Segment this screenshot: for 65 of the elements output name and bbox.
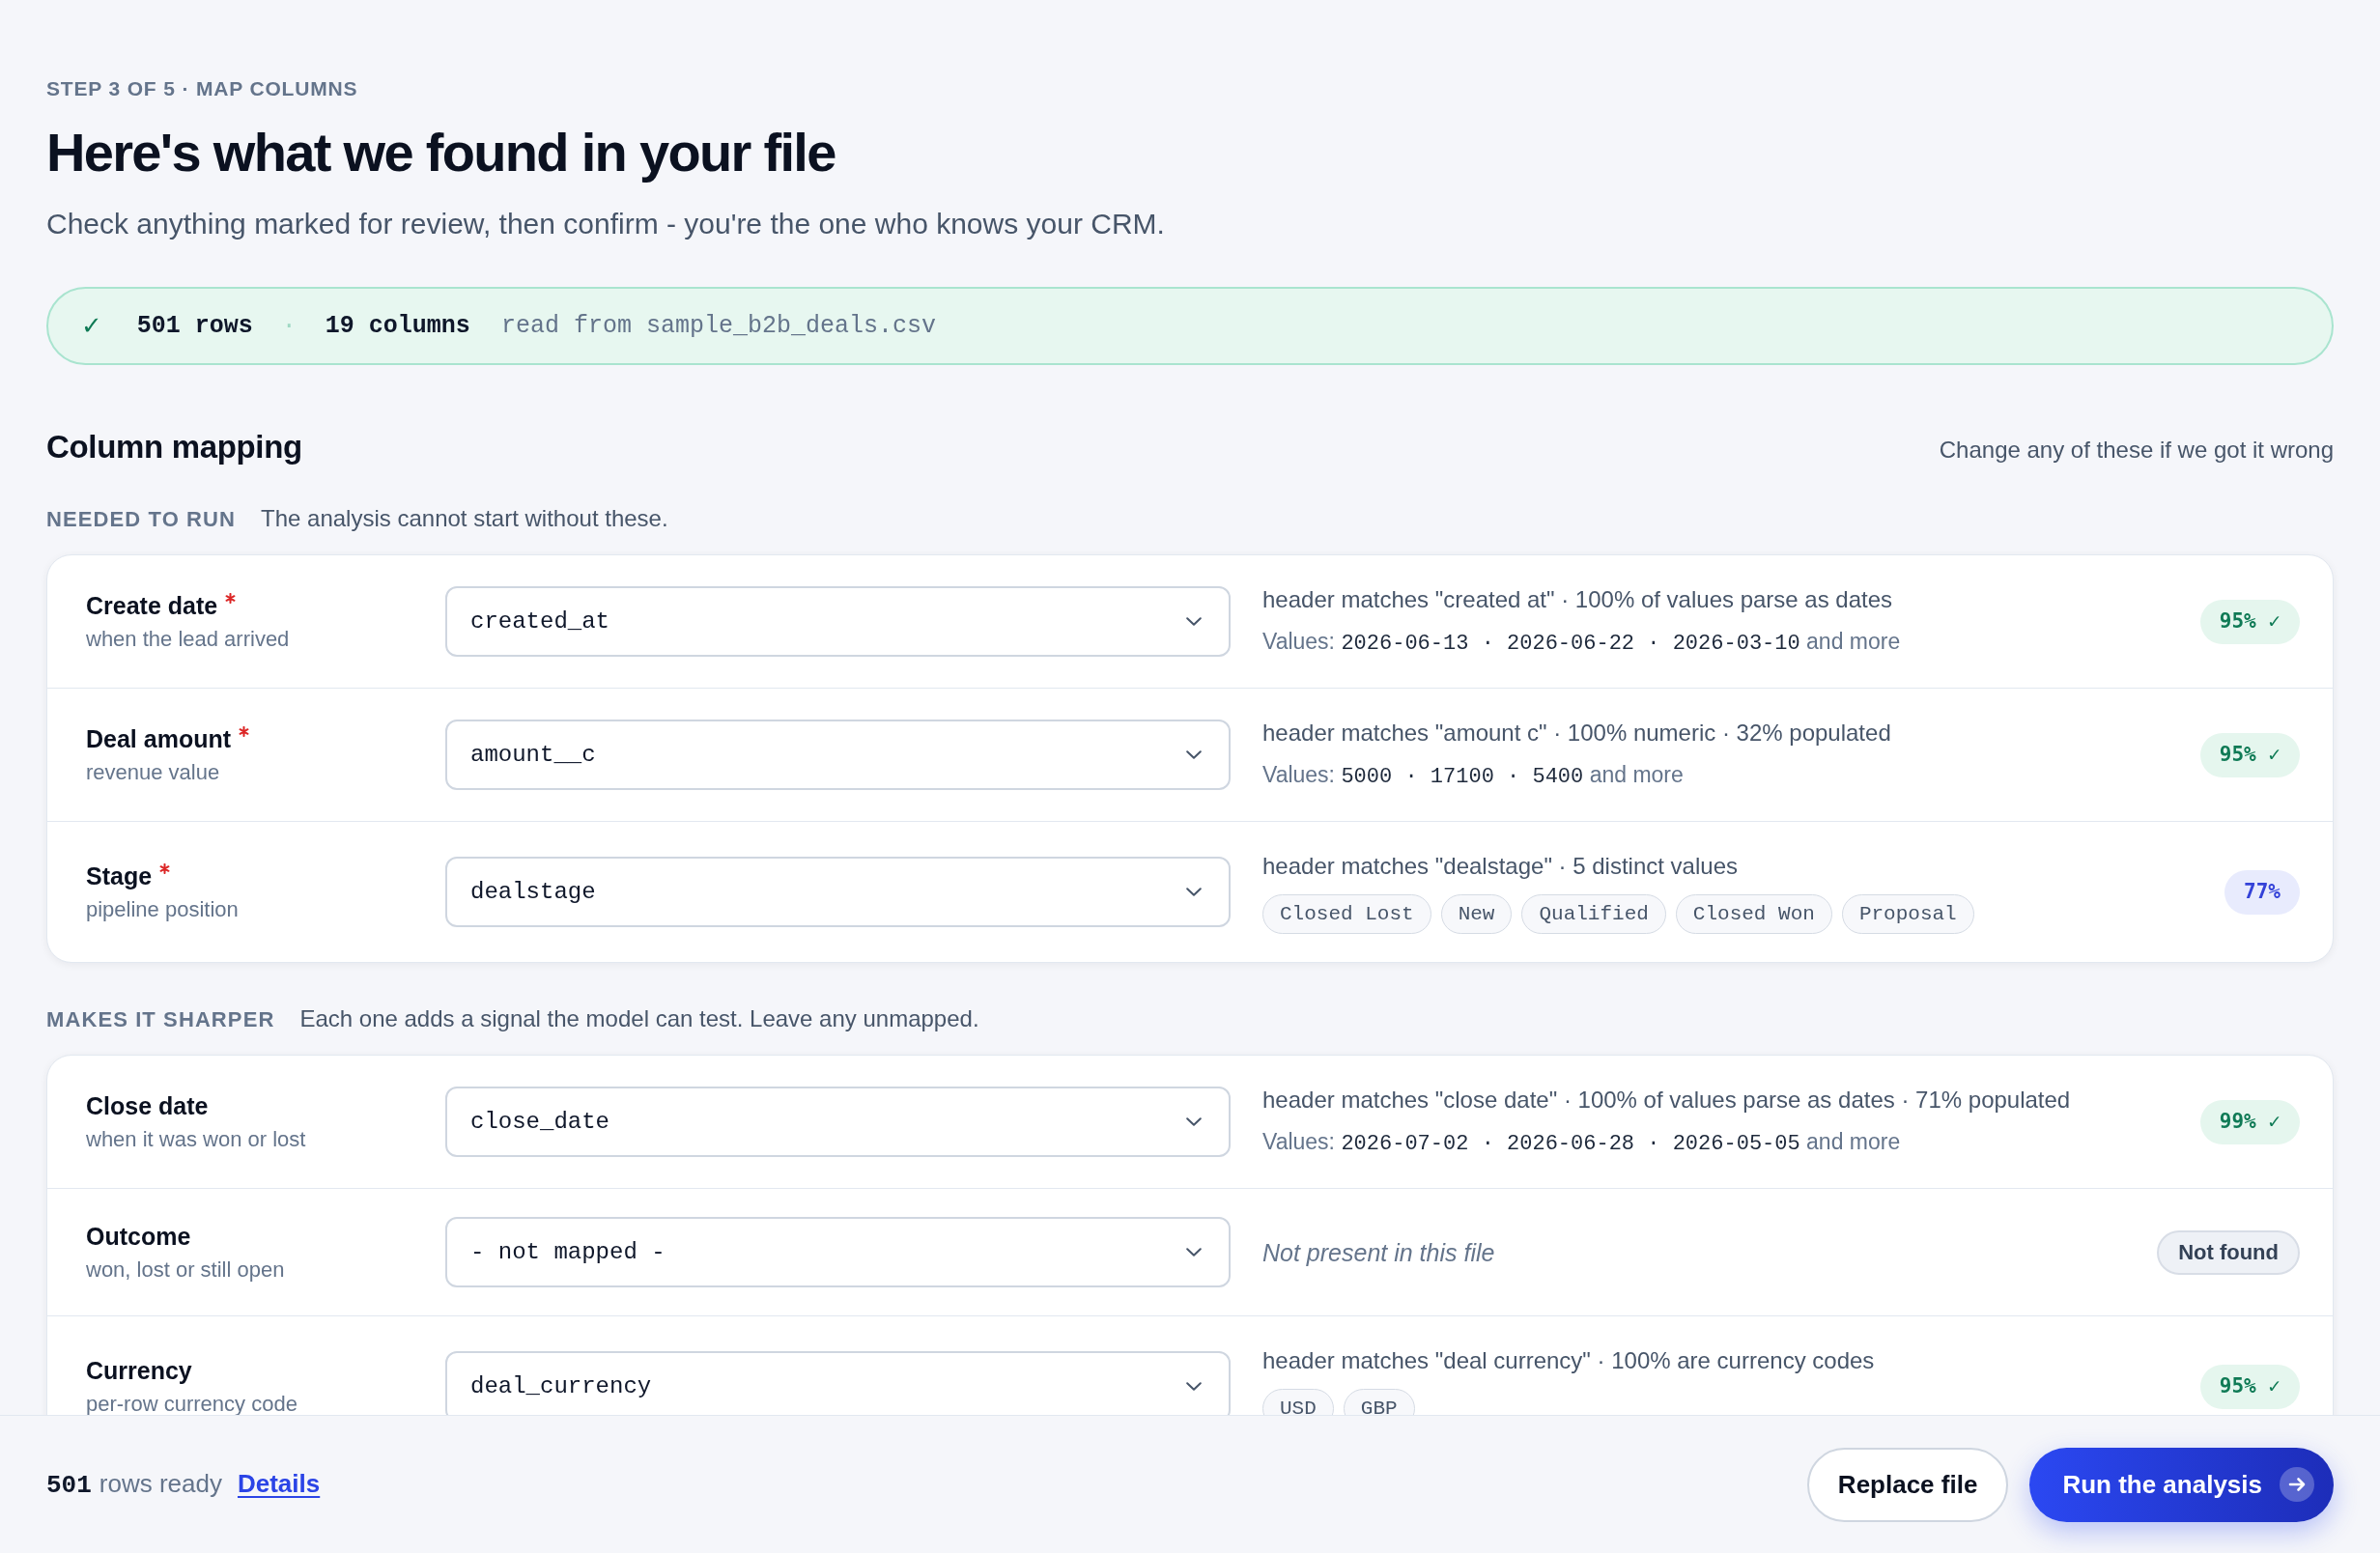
field-name: Stage [86, 861, 153, 891]
value-chip: GBP [1343, 1389, 1415, 1415]
confidence-badge: 77% [2224, 869, 2300, 915]
source-file: read from sample_b2b_deals.csv [500, 310, 936, 342]
confidence-badge: 95% ✓ [2199, 732, 2300, 777]
column-select[interactable]: - not mapped - [445, 1217, 1231, 1287]
page-subtitle: Check anything marked for review, then confirm - you're the one who knows your CRM. [46, 207, 1166, 241]
value-chip: Closed Won [1675, 894, 1832, 934]
value-chip: Qualified [1521, 894, 1666, 934]
match-evidence: header matches "close date" · 100% of values parse as dates · 71% populated [1262, 1086, 2072, 1115]
column-select[interactable]: amount__c [445, 720, 1231, 790]
field-name: Deal amount [86, 723, 232, 754]
group-label: MAKES IT SHARPER [46, 1006, 275, 1033]
field-description: when the lead arrived [86, 625, 291, 653]
value-chip: New [1440, 894, 1513, 934]
missing-note: Not present in this file [1262, 1237, 1496, 1268]
confidence-badge: 95% ✓ [2199, 1364, 2300, 1409]
value-chip: Closed Lost [1262, 894, 1431, 934]
section-hint: Change any of these if we got it wrong [1939, 436, 2334, 465]
confidence-badge: Not found [2157, 1229, 2300, 1275]
arrow-right-icon [2280, 1467, 2314, 1502]
field-description: revenue value [86, 758, 221, 786]
column-select[interactable]: created_at [445, 586, 1231, 657]
field-name: Outcome [86, 1221, 191, 1252]
group-description: The analysis cannot start without these. [261, 504, 668, 533]
value-chip: USD [1262, 1389, 1334, 1415]
column-select[interactable]: dealstage [445, 857, 1231, 927]
details-link[interactable]: Details [237, 1467, 321, 1500]
group-label: NEEDED TO RUN [46, 506, 237, 533]
confidence-badge: 95% ✓ [2199, 599, 2300, 644]
sample-values: Values: 5000 · 17100 · 5400 and more [1262, 761, 1685, 791]
match-evidence: header matches "created at" · 100% of values parse as dates [1262, 585, 1894, 614]
column-select[interactable]: close_date [445, 1087, 1231, 1157]
column-select[interactable]: deal_currency [445, 1351, 1231, 1415]
sample-values: Values: 2026-06-13 · 2026-06-22 · 2026-03-10 and more [1262, 628, 1902, 658]
confidence-badge: 99% ✓ [2199, 1099, 2300, 1144]
chevron-down-icon [1186, 1382, 1202, 1391]
field-description: per-row currency code [86, 1390, 298, 1415]
sample-values: Values: 2026-07-02 · 2026-06-28 · 2026-05-05 and more [1262, 1128, 1902, 1158]
field-description: pipeline position [86, 895, 240, 923]
group-description: Each one adds a signal the model can test. Leave any unmapped. [299, 1004, 979, 1033]
chevron-down-icon [1186, 617, 1202, 626]
chevron-down-icon [1186, 1248, 1202, 1257]
field-name: Close date [86, 1090, 209, 1121]
value-chip: Proposal [1841, 894, 1974, 934]
chevron-down-icon [1186, 1117, 1202, 1126]
row-count: 501 rows [136, 310, 253, 342]
separator-dot: · [281, 310, 297, 342]
step-label: STEP 3 OF 5 · MAP COLUMNS [46, 76, 359, 101]
match-evidence: header matches "deal currency" · 100% are currency codes [1262, 1346, 1876, 1375]
match-evidence: header matches "amount c" · 100% numeric · 32% populated [1262, 719, 1892, 748]
replace-file-button[interactable]: Replace file [1806, 1447, 2009, 1522]
rows-ready-status: 501 rows ready [46, 1468, 222, 1502]
check-icon: ✓ [81, 307, 102, 345]
match-evidence: header matches "dealstage" · 5 distinct values [1262, 852, 1739, 881]
chevron-down-icon [1186, 750, 1202, 759]
chevron-down-icon [1186, 888, 1202, 896]
field-name: Create date [86, 590, 218, 621]
run-analysis-button[interactable]: Run the analysis [2029, 1447, 2334, 1522]
field-description: when it was won or lost [86, 1125, 307, 1153]
field-name: Currency [86, 1355, 192, 1386]
column-count: 19 columns [325, 310, 470, 342]
page-title: Here's what we found in your file [46, 124, 836, 182]
section-title: Column mapping [46, 428, 302, 466]
field-description: won, lost or still open [86, 1256, 286, 1284]
